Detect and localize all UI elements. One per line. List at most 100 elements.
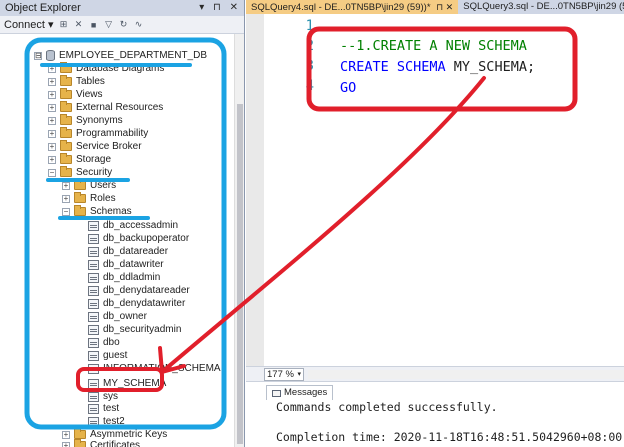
tree-node-security[interactable]: − Security — [48, 166, 112, 179]
tree-node-db-denydatareader[interactable]: db_denydatareader — [88, 284, 190, 297]
disconnect-icon[interactable]: ✕ — [74, 19, 84, 30]
tree-node-users[interactable]: + Users — [62, 179, 116, 192]
tree-node-label: db_ddladmin — [103, 272, 161, 283]
expand-icon[interactable]: + — [48, 116, 56, 125]
tree-node-storage[interactable]: + Storage — [48, 153, 111, 166]
tree-node-schemas[interactable]: − Schemas — [62, 205, 132, 218]
editor-margin — [246, 14, 264, 366]
tree-node-label: db_datareader — [103, 246, 169, 257]
tree-node-db-datawriter[interactable]: db_datawriter — [88, 258, 164, 271]
tree-node-db-datareader[interactable]: db_datareader — [88, 245, 168, 258]
tree-node-information-schema[interactable]: INFORMATION_SCHEMA — [88, 362, 221, 375]
expand-icon[interactable]: + — [48, 142, 56, 151]
collapse-icon[interactable]: − — [62, 207, 70, 216]
messages-tab-label: Messages — [284, 387, 328, 398]
zoom-select[interactable]: 177 % ▾ — [264, 368, 304, 381]
schema-icon — [88, 416, 99, 427]
tree-node-label: INFORMATION_SCHEMA — [103, 363, 221, 374]
tab-sqlquery3[interactable]: SQLQuery3.sql - DE...0TN5BP\jin29 (56)) — [458, 0, 624, 14]
schema-icon — [88, 378, 99, 389]
folder-icon — [60, 127, 72, 138]
folder-icon — [74, 205, 86, 216]
tree-node-label: db_backupoperator — [103, 233, 190, 244]
editor-status-bar: 177 % ▾ — [246, 366, 624, 382]
tree-node-test[interactable]: test — [88, 402, 119, 415]
folder-icon — [74, 192, 86, 203]
schema-icon — [88, 363, 99, 374]
object-explorer-scrollbar[interactable] — [234, 34, 244, 447]
tree-node-db-accessadmin[interactable]: db_accessadmin — [88, 219, 178, 232]
tree-node-my-schema[interactable]: MY_SCHEMA — [88, 377, 166, 390]
tree-node-label: EMPLOYEE_DEPARTMENT_DB — [59, 50, 208, 61]
tree-node-views[interactable]: + Views — [48, 88, 103, 101]
tree-node-db-backupoperator[interactable]: db_backupoperator — [88, 232, 189, 245]
expand-icon[interactable]: + — [62, 430, 70, 439]
folder-icon — [74, 179, 86, 190]
collapse-icon[interactable]: − — [48, 168, 56, 177]
code-comment: --1.CREATE A NEW SCHEMA — [340, 38, 527, 54]
close-icon[interactable]: ⊓ ✕ — [436, 2, 453, 12]
collapse-icon[interactable]: ⊟ — [34, 51, 42, 60]
tree-node-label: test2 — [103, 416, 125, 427]
code-schema-name: MY_SCHEMA — [445, 59, 527, 75]
expand-icon[interactable]: + — [62, 441, 70, 447]
expand-icon[interactable]: + — [62, 181, 70, 190]
tree-node-employee-department-db[interactable]: ⊟ EMPLOYEE_DEPARTMENT_DB — [34, 49, 207, 62]
tree-node-db-securityadmin[interactable]: db_securityadmin — [88, 323, 181, 336]
line-numbers: 1 2 3 4 — [300, 16, 314, 96]
expand-icon[interactable]: + — [48, 129, 56, 138]
connect-object-icon[interactable]: ⊞ — [59, 19, 69, 30]
tab-messages[interactable]: Messages — [266, 385, 334, 400]
horizontal-scrollbar[interactable] — [308, 370, 624, 379]
connect-button[interactable]: Connect ▾ — [4, 18, 54, 31]
expand-icon[interactable]: + — [48, 64, 56, 73]
filter-icon[interactable]: ▽ — [104, 19, 114, 30]
schema-icon — [88, 259, 99, 270]
refresh-icon[interactable]: ↻ — [119, 19, 129, 30]
folder-icon — [60, 101, 72, 112]
tree-node-service-broker[interactable]: + Service Broker — [48, 140, 142, 153]
tree-node-db-denydatawriter[interactable]: db_denydatawriter — [88, 297, 185, 310]
stop-icon[interactable]: ■ — [89, 20, 99, 30]
line-number: 1 — [305, 18, 314, 34]
tree-node-synonyms[interactable]: + Synonyms — [48, 114, 123, 127]
tree-node-test2[interactable]: test2 — [88, 415, 125, 428]
tree-node-label: External Resources — [76, 102, 164, 113]
code-keyword-create-schema: CREATE SCHEMA — [340, 59, 446, 75]
sql-code[interactable]: --1.CREATE A NEW SCHEMA CREATE SCHEMA MY_… — [340, 36, 535, 99]
document-tabs: SQLQuery4.sql - DE...0TN5BP\jin29 (59))*… — [246, 0, 624, 14]
tree-node-external-resources[interactable]: + External Resources — [48, 101, 163, 114]
tab-label: SQLQuery4.sql - DE...0TN5BP\jin29 (59))* — [251, 2, 431, 13]
tree-node-label: Schemas — [90, 206, 132, 217]
message-line: Completion time: 2020-11-18T16:48:51.504… — [276, 430, 623, 444]
tree-node-db-owner[interactable]: db_owner — [88, 310, 147, 323]
tree-node-roles[interactable]: + Roles — [62, 192, 116, 205]
expand-icon[interactable]: + — [48, 155, 56, 164]
expand-icon[interactable]: + — [48, 77, 56, 86]
tree-node-certificates[interactable]: + Certificates — [62, 439, 140, 447]
line-number: 2 — [305, 38, 314, 54]
tree-node-label: db_owner — [103, 311, 147, 322]
tree-node-label: Synonyms — [76, 115, 123, 126]
expand-icon[interactable]: + — [48, 103, 56, 112]
tree-node-database-diagrams[interactable]: + Database Diagrams — [48, 62, 164, 75]
tree-node-dbo[interactable]: dbo — [88, 336, 120, 349]
scrollbar-thumb[interactable] — [237, 104, 243, 444]
expand-icon[interactable]: + — [48, 90, 56, 99]
activity-monitor-icon[interactable]: ∿ — [134, 19, 144, 30]
folder-icon — [60, 88, 72, 99]
panel-controls[interactable]: ▾ ⊓ ✕ — [199, 0, 241, 16]
tree-node-label: Programmability — [76, 128, 149, 139]
object-explorer-tree: ⊟ EMPLOYEE_DEPARTMENT_DB + Database Diagram… — [0, 34, 234, 447]
tree-node-label: db_accessadmin — [103, 220, 179, 231]
tree-node-guest[interactable]: guest — [88, 349, 127, 362]
schema-icon — [88, 246, 99, 257]
tree-node-label: db_datawriter — [103, 259, 164, 270]
tree-node-db-ddladmin[interactable]: db_ddladmin — [88, 271, 160, 284]
tab-sqlquery4[interactable]: SQLQuery4.sql - DE...0TN5BP\jin29 (59))*… — [246, 0, 459, 14]
messages-output: Commands completed successfully. Complet… — [276, 400, 622, 445]
expand-icon[interactable]: + — [62, 194, 70, 203]
tree-node-tables[interactable]: + Tables — [48, 75, 105, 88]
folder-icon — [60, 153, 72, 164]
tree-node-programmability[interactable]: + Programmability — [48, 127, 148, 140]
